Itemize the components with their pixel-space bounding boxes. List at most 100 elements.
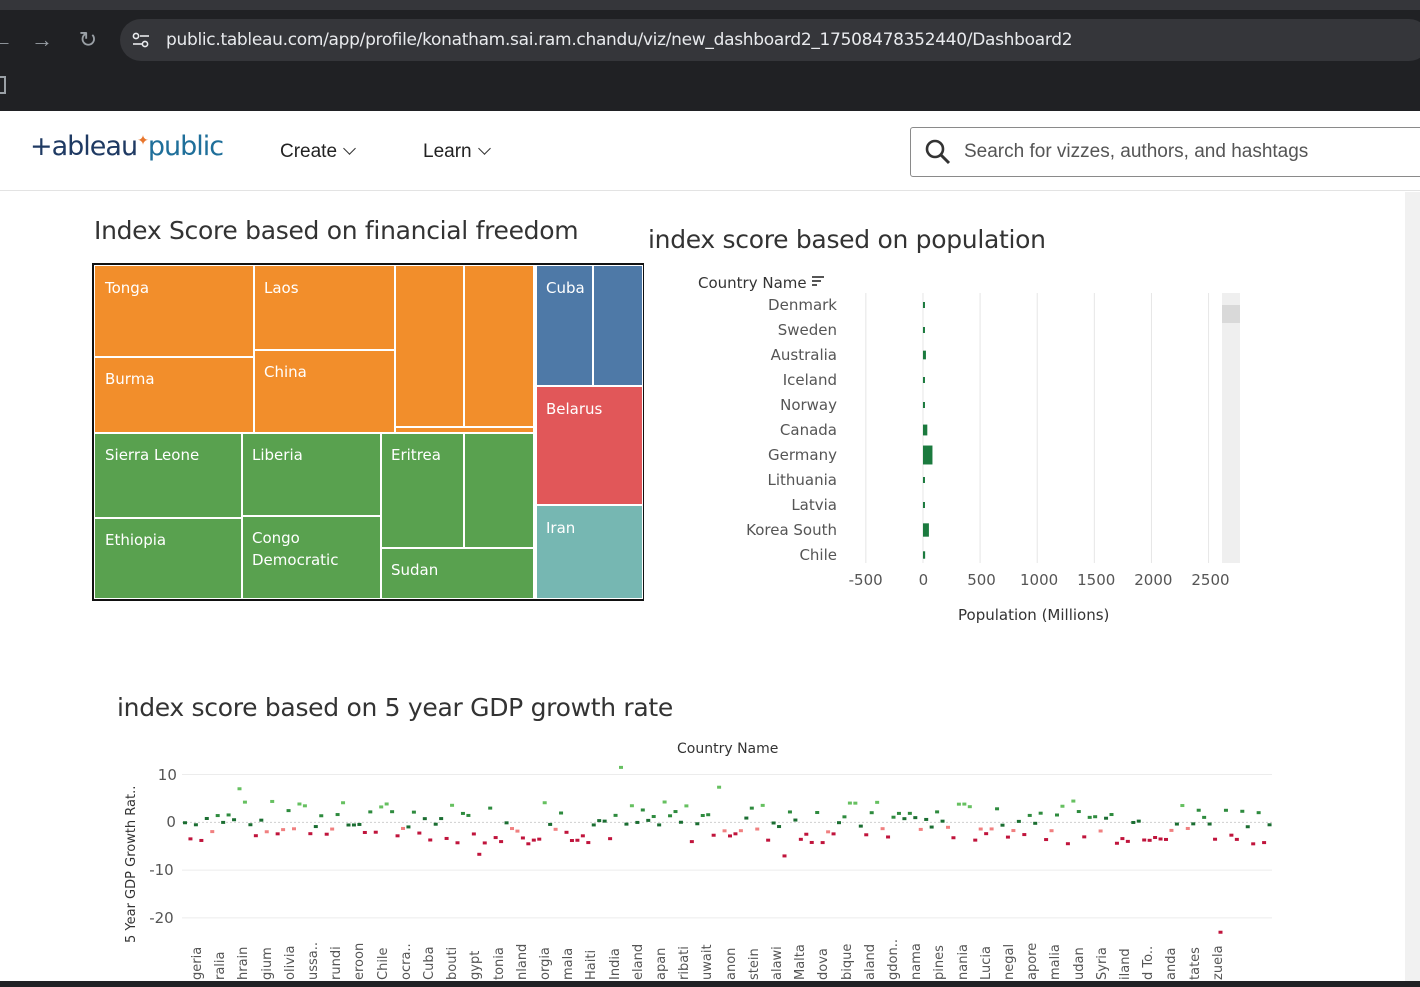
gdp-point[interactable] xyxy=(401,826,405,830)
gdp-point[interactable] xyxy=(1267,823,1272,827)
gdp-point[interactable] xyxy=(1262,841,1267,845)
treemap-cell[interactable] xyxy=(464,265,534,427)
gdp-category-label[interactable]: alawi xyxy=(770,946,785,980)
gdp-point[interactable] xyxy=(1213,837,1218,841)
gdp-category-label[interactable]: gium xyxy=(260,947,275,980)
gdp-point[interactable] xyxy=(586,841,591,845)
gdp-point[interactable] xyxy=(482,841,487,845)
gdp-category-label[interactable]: nland xyxy=(515,944,530,980)
gdp-point[interactable] xyxy=(646,818,651,822)
gdp-point[interactable] xyxy=(1098,829,1103,833)
gdp-category-label[interactable]: Malta xyxy=(793,944,808,980)
gdp-point[interactable] xyxy=(798,837,803,841)
treemap-cell[interactable] xyxy=(593,265,643,386)
gdp-point[interactable] xyxy=(1049,829,1054,833)
population-row-label[interactable]: Canada xyxy=(697,421,837,439)
gdp-point[interactable] xyxy=(804,832,809,836)
gdp-point[interactable] xyxy=(575,838,580,842)
gdp-point[interactable] xyxy=(629,804,634,808)
gdp-point[interactable] xyxy=(684,804,689,808)
gdp-point[interactable] xyxy=(504,821,509,825)
treemap-cell[interactable] xyxy=(464,433,534,548)
gdp-point[interactable] xyxy=(962,802,967,806)
gdp-category-label[interactable]: dova xyxy=(816,948,831,980)
apps-icon[interactable] xyxy=(0,76,6,94)
reload-icon[interactable]: ↻ xyxy=(74,26,102,54)
gdp-point[interactable] xyxy=(248,823,253,827)
gdp-point[interactable] xyxy=(640,808,645,812)
arrow-left-icon[interactable]: ← xyxy=(0,26,16,54)
gdp-category-label[interactable]: rundi xyxy=(329,946,344,980)
gdp-point[interactable] xyxy=(1147,838,1152,842)
gdp-point[interactable] xyxy=(1180,804,1185,808)
gdp-point[interactable] xyxy=(237,787,242,791)
gdp-point[interactable] xyxy=(744,816,749,820)
gdp-point[interactable] xyxy=(940,819,945,823)
gdp-point[interactable] xyxy=(853,801,858,805)
population-bar-chart[interactable] xyxy=(843,293,1243,568)
gdp-point[interactable] xyxy=(842,815,847,819)
gdp-point[interactable] xyxy=(1207,822,1212,826)
gdp-point[interactable] xyxy=(537,837,542,841)
gdp-category-label[interactable]: udan xyxy=(1072,947,1087,980)
gdp-category-label[interactable]: tates xyxy=(1188,947,1203,980)
gdp-point[interactable] xyxy=(662,800,667,804)
gdp-point[interactable] xyxy=(351,823,356,827)
population-row-label[interactable]: Chile xyxy=(697,546,837,564)
gdp-point[interactable] xyxy=(913,816,918,820)
gdp-point[interactable] xyxy=(221,820,226,824)
treemap-chart[interactable]: Tonga Laos Burma China Cuba Belarus Sier… xyxy=(92,263,644,601)
gdp-point[interactable] xyxy=(602,819,607,823)
gdp-point[interactable] xyxy=(362,830,367,834)
gdp-point[interactable] xyxy=(755,827,760,831)
gdp-category-label[interactable]: malia xyxy=(1048,944,1063,980)
gdp-point[interactable] xyxy=(1044,838,1049,842)
gdp-point[interactable] xyxy=(989,827,994,831)
gdp-point[interactable] xyxy=(428,838,433,842)
gdp-point[interactable] xyxy=(580,834,585,838)
gdp-category-label[interactable]: anon xyxy=(724,948,739,980)
treemap-cell[interactable] xyxy=(395,265,464,427)
population-bar[interactable] xyxy=(922,377,925,383)
gdp-point[interactable] xyxy=(471,832,476,836)
gdp-point[interactable] xyxy=(564,830,569,834)
gdp-point[interactable] xyxy=(815,811,820,815)
gdp-point[interactable] xyxy=(569,839,574,843)
gdp-point[interactable] xyxy=(809,840,814,844)
gdp-point[interactable] xyxy=(357,822,362,826)
page-scrollbar[interactable] xyxy=(1405,192,1420,982)
nav-learn[interactable]: Learn xyxy=(423,141,491,163)
gdp-point[interactable] xyxy=(226,813,231,817)
gdp-point[interactable] xyxy=(368,810,373,814)
gdp-category-label[interactable]: aland xyxy=(863,944,878,980)
gdp-point[interactable] xyxy=(875,800,880,804)
gdp-point[interactable] xyxy=(1169,828,1174,832)
gdp-point[interactable] xyxy=(722,829,727,833)
population-row-label[interactable]: Germany xyxy=(697,446,837,464)
gdp-category-label[interactable]: mala xyxy=(561,948,576,980)
gdp-category-label[interactable]: gypt xyxy=(468,951,483,980)
gdp-point[interactable] xyxy=(907,811,912,815)
gdp-point[interactable] xyxy=(608,837,613,841)
gdp-category-label[interactable]: eland xyxy=(631,944,646,980)
gdp-point[interactable] xyxy=(1131,820,1136,824)
population-bar[interactable] xyxy=(922,523,929,537)
gdp-point[interactable] xyxy=(1065,842,1070,846)
population-bar[interactable] xyxy=(922,302,925,308)
gdp-point[interactable] xyxy=(270,799,275,803)
gdp-point[interactable] xyxy=(1038,811,1043,815)
gdp-point[interactable] xyxy=(1005,835,1010,839)
population-row-label[interactable]: Lithuania xyxy=(697,471,837,489)
gdp-point[interactable] xyxy=(831,832,836,836)
gdp-point[interactable] xyxy=(700,814,705,818)
gdp-point[interactable] xyxy=(766,838,771,842)
gdp-point[interactable] xyxy=(1136,819,1141,823)
gdp-point[interactable] xyxy=(499,840,504,844)
gdp-point[interactable] xyxy=(1055,813,1059,817)
gdp-point[interactable] xyxy=(455,841,460,845)
gdp-point[interactable] xyxy=(553,827,558,831)
population-row-label[interactable]: Korea South xyxy=(697,521,837,539)
population-field-header[interactable]: Country Name xyxy=(698,274,825,292)
gdp-point[interactable] xyxy=(450,803,455,807)
gdp-category-label[interactable]: uwait xyxy=(700,944,715,980)
